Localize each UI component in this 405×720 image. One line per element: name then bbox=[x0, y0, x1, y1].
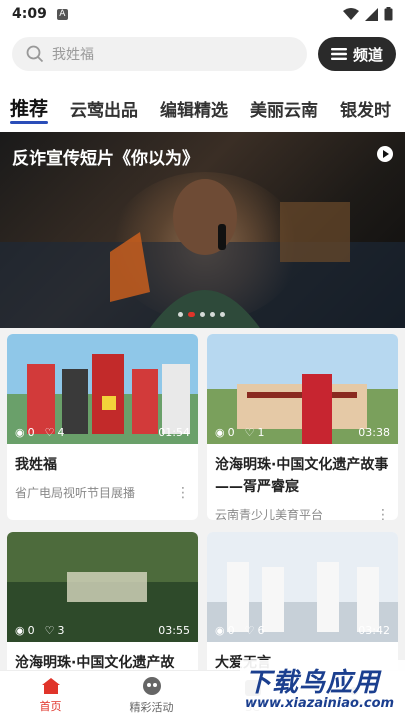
video-thumbnail[interactable]: ◉ 0 ♡ 3 03:55 bbox=[7, 532, 198, 642]
video-title[interactable]: 沧海明珠·中国文化遗产故事——胥严睿宸 bbox=[207, 444, 398, 498]
like-icon: ♡ bbox=[244, 624, 255, 637]
signal-icon bbox=[365, 7, 378, 21]
like-icon: ♡ bbox=[44, 426, 55, 439]
menu-icon bbox=[330, 48, 347, 60]
carousel-dot[interactable] bbox=[220, 312, 225, 317]
battery-icon bbox=[384, 7, 393, 21]
tab-recommend[interactable]: 推荐 bbox=[10, 88, 49, 124]
like-count: 4 bbox=[57, 426, 65, 439]
nav-home-label: 首页 bbox=[39, 700, 62, 713]
category-tabs: 推荐 云莺出品 编辑精选 美丽云南 银发时 bbox=[0, 88, 405, 132]
eye-icon: ◉ bbox=[15, 426, 25, 439]
tab-yunnan[interactable]: 美丽云南 bbox=[250, 88, 318, 121]
like-icon: ♡ bbox=[244, 426, 255, 439]
search-icon bbox=[26, 45, 44, 63]
video-card[interactable]: ◉ 0 ♡ 3 03:55 沧海明珠·中国文化遗产故 bbox=[7, 532, 198, 680]
carousel-dot-active[interactable] bbox=[188, 312, 195, 317]
status-bar: 4:09 A bbox=[0, 0, 405, 28]
search-input[interactable]: 我姓福 bbox=[12, 37, 307, 71]
video-duration: 03:38 bbox=[358, 426, 390, 439]
view-count: 0 bbox=[227, 624, 235, 637]
carousel-dot[interactable] bbox=[178, 312, 183, 317]
sim-icon: A bbox=[56, 8, 68, 20]
status-time: 4:09 bbox=[12, 6, 47, 22]
video-card[interactable]: ◉ 0 ♡ 4 01:54 我姓福 省广电局视听节目展播 ⋮ bbox=[7, 334, 198, 520]
home-icon bbox=[41, 678, 60, 694]
nav-home[interactable]: 首页 bbox=[0, 671, 101, 720]
tab-yunying[interactable]: 云莺出品 bbox=[70, 88, 138, 121]
video-duration: 03:55 bbox=[158, 624, 190, 637]
carousel-dot[interactable] bbox=[200, 312, 205, 317]
like-count: 3 bbox=[57, 624, 65, 637]
video-duration: 03:42 bbox=[358, 624, 390, 637]
more-options-icon[interactable]: ⋮ bbox=[176, 485, 190, 501]
video-feed: ◉ 0 ♡ 4 01:54 我姓福 省广电局视听节目展播 ⋮ ◉ 0 ♡ 1 0… bbox=[0, 328, 405, 680]
video-meta: ◉ 0 ♡ 6 03:42 bbox=[215, 624, 390, 637]
tab-editor-pick[interactable]: 编辑精选 bbox=[160, 88, 228, 121]
nav-activities-label: 精彩活动 bbox=[129, 701, 174, 714]
like-icon: ♡ bbox=[44, 624, 55, 637]
channel-label: 频道 bbox=[352, 45, 383, 64]
more-options-icon[interactable]: ⋮ bbox=[376, 507, 390, 521]
video-footer: 省广电局视听节目展播 ⋮ bbox=[7, 476, 198, 509]
video-card[interactable]: ◉ 0 ♡ 6 03:42 大爱无言 bbox=[207, 532, 398, 680]
video-card[interactable]: ◉ 0 ♡ 1 03:38 沧海明珠·中国文化遗产故事——胥严睿宸 云南青少儿美… bbox=[207, 334, 398, 520]
watermark: 下载鸟应用 www.xiazainiao.com bbox=[240, 660, 405, 720]
activity-icon bbox=[142, 677, 161, 695]
eye-icon: ◉ bbox=[215, 624, 225, 637]
video-source: 省广电局视听节目展播 bbox=[15, 486, 136, 500]
play-icon[interactable] bbox=[377, 146, 393, 162]
video-thumbnail[interactable]: ◉ 0 ♡ 4 01:54 bbox=[7, 334, 198, 444]
status-icons bbox=[343, 7, 393, 21]
video-thumbnail[interactable]: ◉ 0 ♡ 6 03:42 bbox=[207, 532, 398, 642]
carousel-indicator bbox=[178, 312, 225, 317]
watermark-url: www.xiazainiao.com bbox=[245, 696, 395, 711]
video-meta: ◉ 0 ♡ 4 01:54 bbox=[15, 426, 190, 439]
search-placeholder: 我姓福 bbox=[52, 47, 94, 63]
video-source: 云南青少儿美育平台 bbox=[215, 508, 324, 520]
like-count: 6 bbox=[257, 624, 265, 637]
view-count: 0 bbox=[27, 426, 35, 439]
carousel-dot[interactable] bbox=[210, 312, 215, 317]
eye-icon: ◉ bbox=[215, 426, 225, 439]
like-count: 1 bbox=[257, 426, 265, 439]
eye-icon: ◉ bbox=[15, 624, 25, 637]
banner-title: 反诈宣传短片《你以为》 bbox=[12, 149, 199, 169]
video-footer: 云南青少儿美育平台 ⋮ bbox=[207, 498, 398, 521]
view-count: 0 bbox=[227, 426, 235, 439]
wifi-icon bbox=[343, 7, 359, 20]
video-meta: ◉ 0 ♡ 3 03:55 bbox=[15, 624, 190, 637]
view-count: 0 bbox=[27, 624, 35, 637]
tab-silver[interactable]: 银发时 bbox=[340, 88, 391, 121]
nav-activities[interactable]: 精彩活动 bbox=[101, 671, 202, 720]
channel-button[interactable]: 频道 bbox=[318, 37, 396, 71]
video-thumbnail[interactable]: ◉ 0 ♡ 1 03:38 bbox=[207, 334, 398, 444]
video-title[interactable]: 我姓福 bbox=[7, 444, 198, 476]
video-duration: 01:54 bbox=[158, 426, 190, 439]
header: 我姓福 频道 bbox=[0, 28, 405, 88]
watermark-title: 下载鸟应用 bbox=[245, 668, 381, 698]
banner-carousel[interactable]: 反诈宣传短片《你以为》 bbox=[0, 132, 405, 328]
video-meta: ◉ 0 ♡ 1 03:38 bbox=[215, 426, 390, 439]
